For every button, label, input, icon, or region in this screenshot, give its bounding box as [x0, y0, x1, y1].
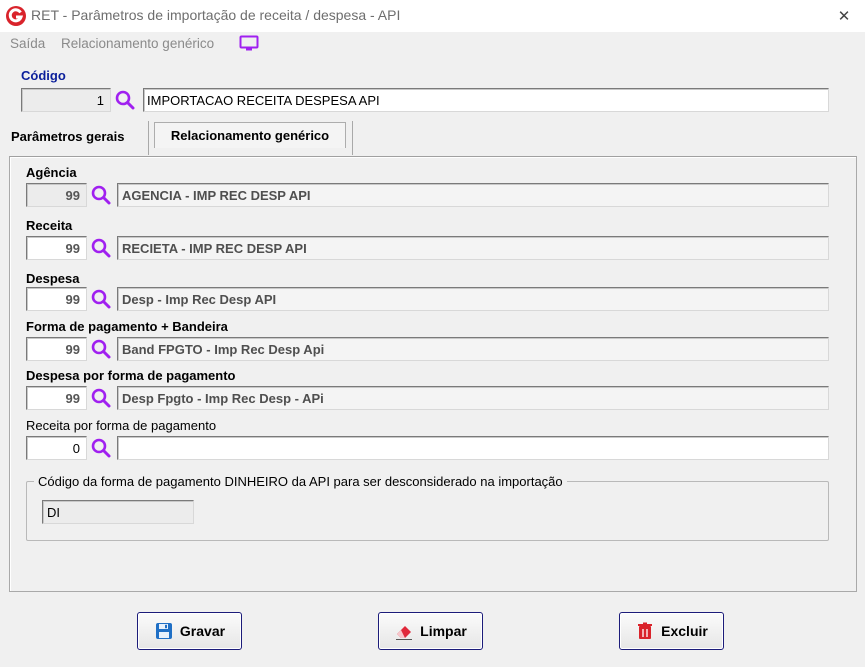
codigo-description: IMPORTACAO RECEITA DESPESA API: [143, 88, 829, 112]
clear-button[interactable]: Limpar: [378, 612, 483, 650]
monitor-icon[interactable]: [239, 35, 259, 52]
forma-pagamento-bandeira-search-icon[interactable]: [90, 338, 112, 360]
despesa-description: Desp - Imp Rec Desp API: [117, 287, 829, 311]
forma-pagamento-bandeira-description: Band FPGTO - Imp Rec Desp Api: [117, 337, 829, 361]
delete-button-label: Excluir: [661, 623, 708, 639]
tab-divider-right: [352, 121, 353, 155]
dinheiro-group-title: Código da forma de pagamento DINHEIRO da…: [34, 474, 567, 489]
forma-pagamento-bandeira-label: Forma de pagamento + Bandeira: [26, 319, 228, 334]
receita-forma-pagamento-input[interactable]: 0: [26, 436, 87, 460]
despesa-forma-pagamento-label: Despesa por forma de pagamento: [26, 368, 236, 383]
agencia-input[interactable]: 99: [26, 183, 87, 207]
despesa-search-icon[interactable]: [90, 288, 112, 310]
forma-pagamento-bandeira-input[interactable]: 99: [26, 337, 87, 361]
codigo-label: Código: [21, 68, 66, 83]
floppy-disk-icon: [155, 623, 172, 639]
despesa-input[interactable]: 99: [26, 287, 87, 311]
save-button-label: Gravar: [179, 623, 226, 639]
despesa-forma-pagamento-input[interactable]: 99: [26, 386, 87, 410]
close-button[interactable]: ✕: [826, 2, 862, 30]
window-title: RET - Parâmetros de importação de receit…: [31, 7, 401, 23]
receita-search-icon[interactable]: [90, 237, 112, 259]
receita-description: RECIETA - IMP REC DESP API: [117, 236, 829, 260]
agencia-search-icon[interactable]: [90, 184, 112, 206]
agencia-description: AGENCIA - IMP REC DESP API: [117, 183, 829, 207]
receita-label: Receita: [26, 218, 73, 233]
save-button[interactable]: Gravar: [137, 612, 242, 650]
tab-divider: [148, 121, 149, 155]
tab-parametros-gerais[interactable]: Parâmetros gerais: [11, 124, 141, 150]
trash-icon: [638, 622, 653, 639]
despesa-forma-pagamento-description: Desp Fpgto - Imp Rec Desp - APi: [117, 386, 829, 410]
agencia-label: Agência: [26, 165, 77, 180]
codigo-input[interactable]: 1: [21, 88, 111, 112]
codigo-search-icon[interactable]: [114, 89, 136, 111]
clear-button-label: Limpar: [420, 623, 467, 639]
despesa-forma-pagamento-search-icon[interactable]: [90, 387, 112, 409]
app-logo-icon: [6, 6, 26, 26]
menu-item-saida[interactable]: Saída: [10, 36, 45, 51]
despesa-label: Despesa: [26, 271, 80, 286]
receita-forma-pagamento-search-icon[interactable]: [90, 437, 112, 459]
receita-input[interactable]: 99: [26, 236, 87, 260]
eraser-icon: [396, 626, 413, 640]
delete-button[interactable]: Excluir: [619, 612, 724, 650]
receita-forma-pagamento-label: Receita por forma de pagamento: [26, 418, 217, 433]
dinheiro-code-input[interactable]: DI: [42, 500, 194, 524]
menu-item-relacionamento-generico[interactable]: Relacionamento genérico: [61, 36, 214, 51]
receita-forma-pagamento-description: [117, 436, 829, 460]
tab-relacionamento-generico[interactable]: Relacionamento genérico: [154, 122, 346, 148]
